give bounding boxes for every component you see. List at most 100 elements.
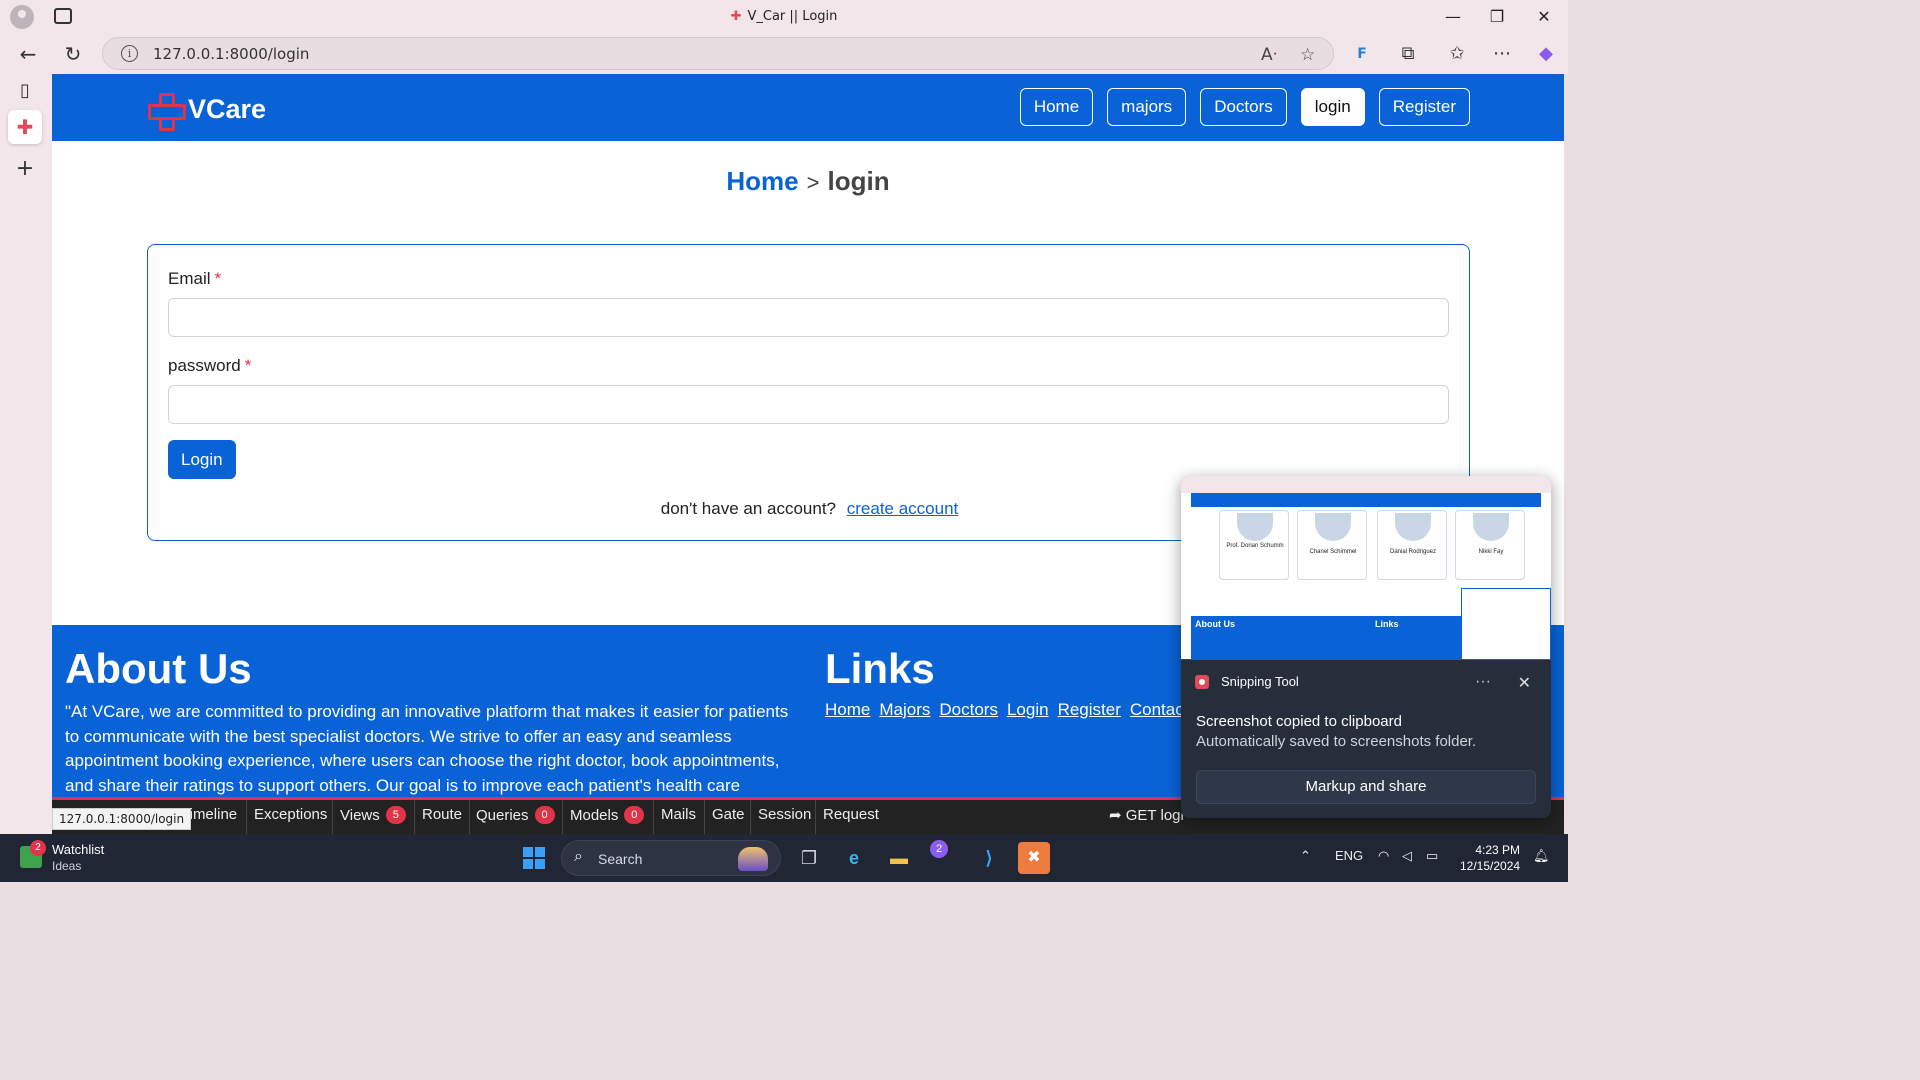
copilot-icon[interactable]: ◆ <box>1534 42 1558 66</box>
views-count-badge: 5 <box>385 806 406 824</box>
snipping-tool-icon <box>1195 674 1209 689</box>
system-clock[interactable]: 4:23 PM 12/15/2024 <box>1460 842 1520 874</box>
brand-name: VCare <box>188 93 267 124</box>
thumbnail-doctor-card: Danial Rodriguez <box>1377 510 1447 580</box>
widget-subtitle: Ideas <box>52 859 82 873</box>
notifications-bell-icon[interactable]: 🔔︎ <box>1533 848 1550 864</box>
required-marker: * <box>244 356 252 375</box>
email-label: Email * <box>168 269 222 288</box>
queries-count-badge: 0 <box>534 806 555 824</box>
show-hidden-icons-icon[interactable]: ⌃ <box>1300 848 1311 864</box>
extensions-puzzle-icon[interactable]: ⧉ <box>1396 42 1420 66</box>
email-field[interactable] <box>168 298 1449 337</box>
debug-request-info[interactable]: ➦ GET logi <box>1109 806 1184 824</box>
debug-divider <box>562 800 563 834</box>
debug-divider <box>750 800 751 834</box>
thumbnail-doctor-card: Prof. Dorian Schumm <box>1219 510 1289 580</box>
debug-tab-queries[interactable]: Queries 0 <box>476 806 555 824</box>
vertical-tab-sidebar: ▯ ✚ + <box>0 74 52 834</box>
nav-home[interactable]: Home <box>1019 88 1094 126</box>
status-bar-url: 127.0.0.1:8000/login <box>52 808 192 830</box>
breadcrumb-current: login <box>827 166 890 196</box>
debug-divider <box>332 800 333 834</box>
debug-tab-views[interactable]: Views 5 <box>340 806 406 824</box>
battery-icon[interactable]: ▭ <box>1426 848 1438 864</box>
address-bar[interactable]: i 127.0.0.1:8000/login Aᐧ ☆ <box>102 37 1334 70</box>
favorites-icon[interactable]: ✩ <box>1445 42 1469 66</box>
doctor-avatar <box>1395 513 1431 541</box>
more-menu-icon[interactable]: ⋯ <box>1490 42 1514 66</box>
widget-title[interactable]: Watchlist <box>52 842 104 857</box>
taskbar-search[interactable]: ⌕ Search <box>561 840 781 876</box>
footer-link-contact[interactable]: Contact <box>1130 700 1189 720</box>
thumbnail-inset-preview <box>1461 588 1551 660</box>
doctor-avatar <box>1237 513 1273 541</box>
site-logo[interactable]: VCare <box>148 89 267 131</box>
xampp-icon[interactable]: ✖ <box>1018 842 1050 874</box>
debug-tab-mails[interactable]: Mails <box>661 806 696 823</box>
wifi-icon[interactable]: ◠ <box>1378 848 1389 864</box>
debug-divider <box>704 800 705 834</box>
login-button[interactable]: Login <box>168 440 236 479</box>
footer-link-register[interactable]: Register <box>1058 700 1121 720</box>
site-header: VCare Home majors Doctors login Register <box>52 74 1564 141</box>
close-icon[interactable]: ✕ <box>1532 6 1556 28</box>
thumbnail-doctor-name: Danial Rodriguez <box>1389 549 1437 555</box>
create-account-link[interactable]: create account <box>847 499 959 518</box>
footer-link-doctors[interactable]: Doctors <box>939 700 998 720</box>
breadcrumb: Home > login <box>52 166 1564 197</box>
toast-title: Screenshot copied to clipboard <box>1196 713 1402 730</box>
breadcrumb-separator: > <box>806 170 820 195</box>
more-options-icon[interactable]: ··· <box>1475 673 1491 691</box>
minimize-icon[interactable]: — <box>1441 6 1465 28</box>
thumbnail-browser-chrome <box>1181 476 1551 493</box>
footer-link-home[interactable]: Home <box>825 700 870 720</box>
debug-tab-route[interactable]: Route <box>422 806 462 823</box>
debug-divider <box>815 800 816 834</box>
edge-browser-icon[interactable]: e <box>838 842 870 874</box>
maximize-icon[interactable]: ❐ <box>1485 6 1509 28</box>
nav-register[interactable]: Register <box>1378 88 1470 126</box>
screenshot-thumbnail[interactable]: Prof. Dorian Schumm Chanel Schimmel Dani… <box>1181 476 1551 660</box>
nav-majors[interactable]: majors <box>1107 88 1187 126</box>
snipping-tool-notification[interactable]: Prof. Dorian Schumm Chanel Schimmel Dani… <box>1181 476 1551 818</box>
volume-icon[interactable]: ◁ <box>1402 848 1412 864</box>
search-highlight-icon <box>738 847 768 871</box>
tab-panel-icon[interactable]: ▯ <box>12 78 38 104</box>
back-icon[interactable]: ← <box>16 42 40 66</box>
thumbnail-about-heading: About Us <box>1195 619 1235 629</box>
extension-icon[interactable]: F <box>1350 42 1374 66</box>
site-info-icon[interactable]: i <box>121 45 138 62</box>
start-button-icon[interactable] <box>523 847 545 869</box>
vscode-icon[interactable]: ⟩ <box>973 842 1005 874</box>
footer-link-login[interactable]: Login <box>1007 700 1049 720</box>
window-title: ✚ V_Car || Login <box>730 9 838 24</box>
active-tab-favicon-icon[interactable]: ✚ <box>8 110 42 144</box>
nav-doctors[interactable]: Doctors <box>1200 88 1287 126</box>
address-url[interactable]: 127.0.0.1:8000/login <box>153 45 309 63</box>
about-heading: About Us <box>65 645 252 692</box>
debug-tab-gate[interactable]: Gate <box>712 806 745 823</box>
nav-login[interactable]: login <box>1300 88 1365 126</box>
task-view-icon[interactable]: ❐ <box>793 842 825 874</box>
widget-badge: 2 <box>30 840 46 856</box>
close-icon[interactable]: ✕ <box>1518 673 1531 693</box>
toast-app-header: Snipping Tool <box>1195 674 1299 689</box>
language-indicator[interactable]: ENG <box>1335 848 1363 863</box>
debug-tab-exceptions[interactable]: Exceptions <box>254 806 327 823</box>
breadcrumb-home-link[interactable]: Home <box>726 166 798 196</box>
debug-tab-models[interactable]: Models 0 <box>570 806 645 824</box>
footer-link-majors[interactable]: Majors <box>879 700 930 720</box>
read-aloud-icon[interactable]: Aᐧ <box>1261 45 1277 65</box>
debug-tab-session[interactable]: Session <box>758 806 811 823</box>
thumbnail-site-header <box>1191 493 1541 507</box>
markup-and-share-button[interactable]: Markup and share <box>1196 770 1536 804</box>
file-explorer-icon[interactable]: ▬ <box>883 842 915 874</box>
share-icon: ➦ <box>1109 807 1126 824</box>
password-field[interactable] <box>168 385 1449 424</box>
new-tab-icon[interactable]: + <box>12 156 38 182</box>
favorite-star-icon[interactable]: ☆ <box>1300 45 1315 65</box>
debug-tab-request[interactable]: Request <box>823 806 879 823</box>
refresh-icon[interactable]: ↻ <box>61 42 85 66</box>
footer-links: Home Majors Doctors Login Register Conta… <box>825 700 1188 720</box>
